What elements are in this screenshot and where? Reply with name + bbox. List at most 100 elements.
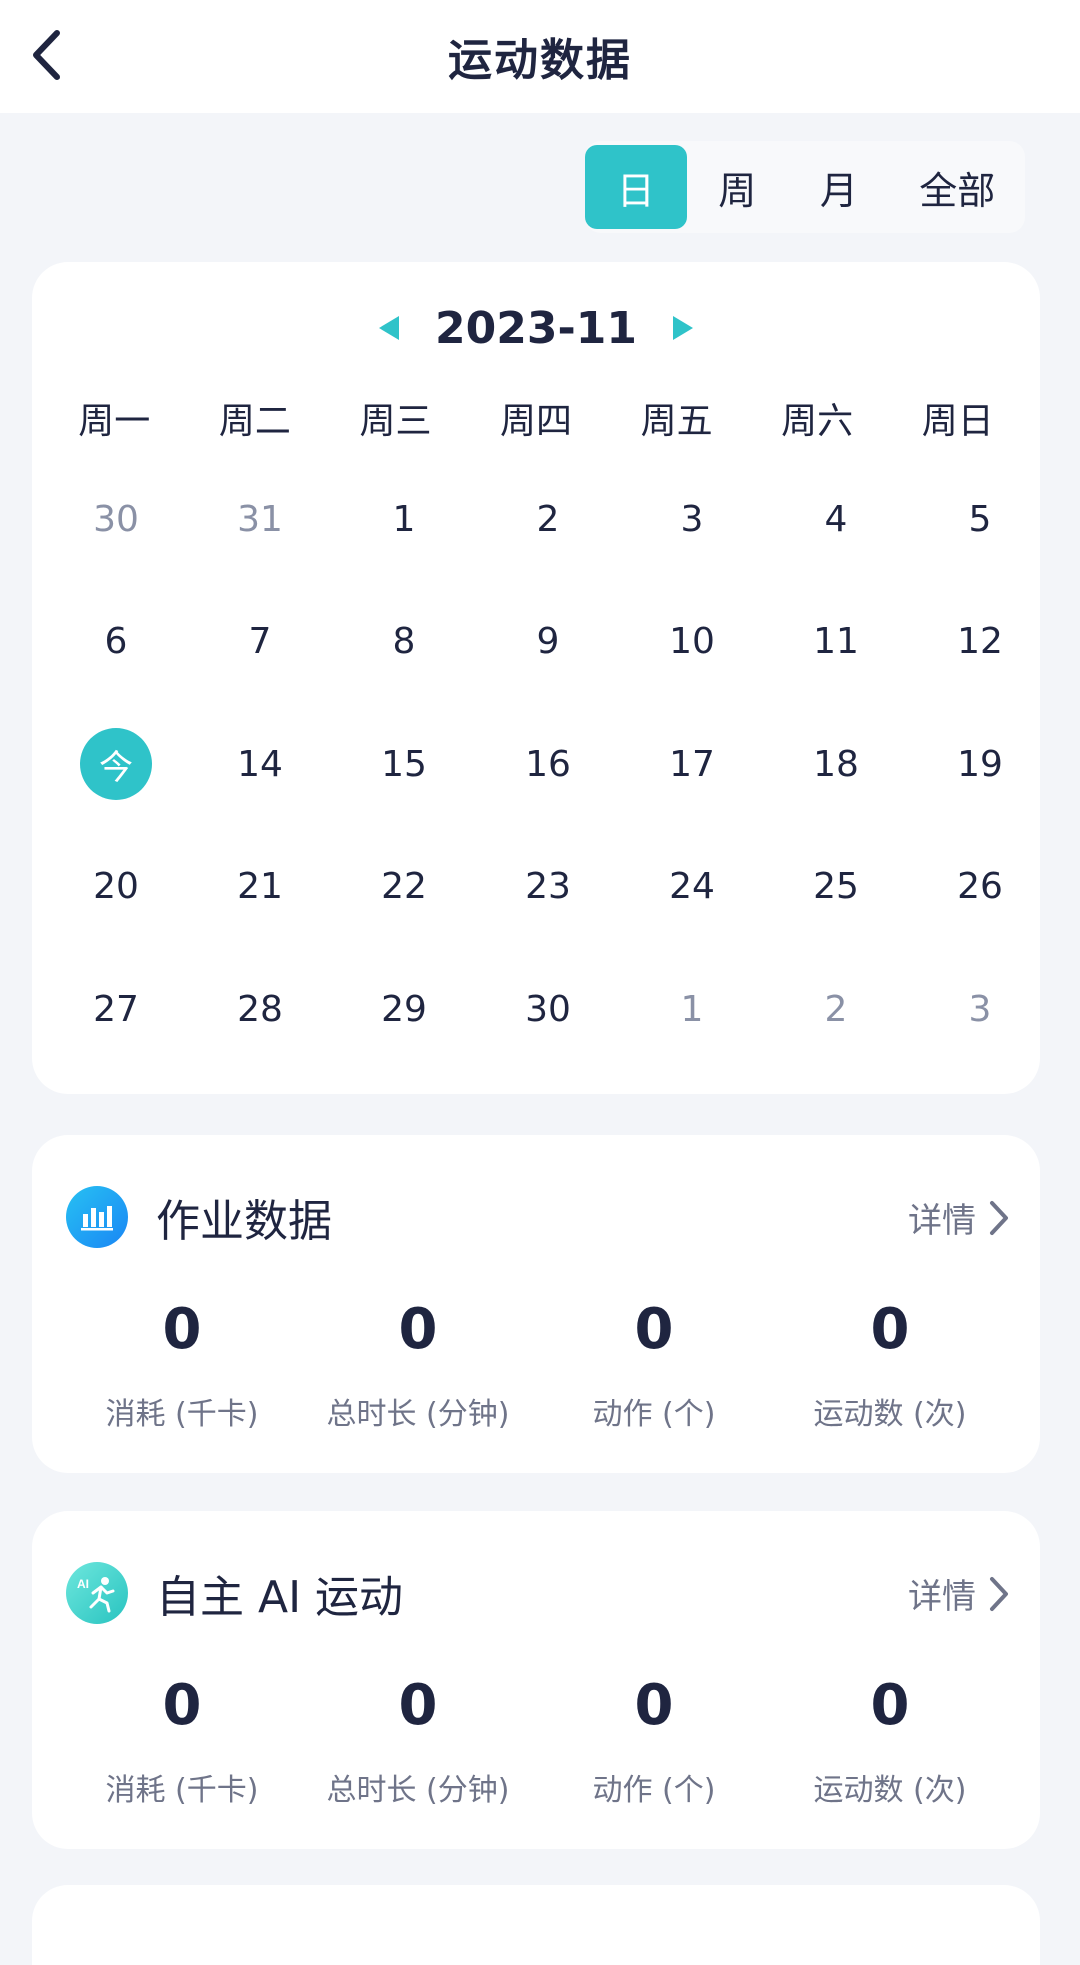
next-month-button[interactable] [663, 308, 703, 348]
stat-count: 0 运动数 (次) [772, 1671, 1008, 1809]
calendar-day[interactable]: 2 [476, 458, 620, 581]
weekday-label: 周四 [500, 401, 573, 442]
stat-label: 动作 (个) [592, 1773, 716, 1808]
triangle-left-icon [379, 316, 400, 340]
calendar-day[interactable]: 18 [764, 703, 908, 826]
bar-chart-icon [66, 1186, 128, 1248]
calendar-day[interactable]: 12 [908, 581, 1052, 704]
weekday-label: 周三 [359, 401, 432, 442]
tab-month[interactable]: 月 [788, 145, 890, 229]
homework-stats: 0 消耗 (千卡) 0 总时长 (分钟) 0 动作 (个) 0 运动数 (次) [32, 1295, 1040, 1433]
calendar-day[interactable]: 2 [764, 948, 908, 1071]
calendar-day[interactable]: 22 [332, 826, 476, 949]
next-card [32, 1885, 1040, 1965]
period-tabs: 日 周 月 全部 [585, 141, 1025, 233]
calendar-day[interactable]: 8 [332, 581, 476, 704]
page-title: 运动数据 [448, 35, 632, 86]
weekday-label: 周六 [781, 401, 854, 442]
calendar-day[interactable]: 24 [620, 826, 764, 949]
stat-calories: 0 消耗 (千卡) [64, 1671, 300, 1809]
calendar-day[interactable]: 25 [764, 826, 908, 949]
ai-running-icon: AI [66, 1562, 128, 1624]
month-label: 2023-11 [435, 302, 637, 354]
stat-calories: 0 消耗 (千卡) [64, 1295, 300, 1433]
calendar-day[interactable]: 31 [188, 458, 332, 581]
stat-duration: 0 总时长 (分钟) [300, 1671, 536, 1809]
calendar-day[interactable]: 30 [44, 458, 188, 581]
calendar-day[interactable]: 1 [620, 948, 764, 1071]
tab-day[interactable]: 日 [585, 145, 687, 229]
detail-label: 详情 [908, 1201, 976, 1241]
ai-sport-title: 自主 AI 运动 [156, 1572, 404, 1623]
weekday-label: 周一 [78, 401, 151, 442]
calendar-card: 2023-11 周一 周二 周三 周四 周五 周六 周日 30 31 1 2 3 4 5 6 7… [32, 262, 1040, 1094]
ai-sport-header: AI 自主 AI 运动 [66, 1561, 403, 1625]
stat-value: 0 [634, 1673, 674, 1738]
ai-sport-card: AI 自主 AI 运动 详情 0 消耗 (千卡) 0 总时长 (分钟) 0 动作… [32, 1511, 1040, 1849]
stat-label: 总时长 (分钟) [326, 1773, 510, 1808]
stat-value: 0 [398, 1673, 438, 1738]
homework-title: 作业数据 [156, 1196, 332, 1247]
stat-label: 消耗 (千卡) [105, 1773, 259, 1808]
homework-data-card: 作业数据 详情 0 消耗 (千卡) 0 总时长 (分钟) 0 动作 (个) 0 … [32, 1135, 1040, 1473]
ai-sport-detail-link[interactable]: 详情 [908, 1569, 1010, 1618]
calendar-day[interactable]: 10 [620, 581, 764, 704]
calendar-day[interactable]: 7 [188, 581, 332, 704]
chevron-right-icon [990, 1200, 1008, 1235]
calendar-day[interactable]: 30 [476, 948, 620, 1071]
svg-text:AI: AI [77, 1577, 89, 1591]
homework-detail-link[interactable]: 详情 [908, 1193, 1010, 1242]
weekday-label: 周日 [921, 401, 994, 442]
calendar-day[interactable]: 6 [44, 581, 188, 704]
calendar-day[interactable]: 20 [44, 826, 188, 949]
weekday-header: 周一 周二 周三 周四 周五 周六 周日 [44, 392, 1028, 444]
stat-value: 0 [398, 1297, 438, 1362]
calendar-day[interactable]: 21 [188, 826, 332, 949]
stat-value: 0 [870, 1297, 910, 1362]
stat-value: 0 [162, 1297, 202, 1362]
calendar-days-grid: 30 31 1 2 3 4 5 6 7 8 9 10 11 12 今 14 15 16 17 18 19 20 21 22 23… [44, 458, 1028, 1071]
tab-all[interactable]: 全部 [890, 145, 1025, 229]
header-bar: 运动数据 [0, 0, 1080, 113]
chevron-right-icon [990, 1576, 1008, 1611]
stat-label: 消耗 (千卡) [105, 1397, 259, 1432]
today-badge: 今 [80, 728, 152, 801]
stat-label: 运动数 (次) [813, 1397, 967, 1432]
calendar-day[interactable]: 4 [764, 458, 908, 581]
calendar-day[interactable]: 27 [44, 948, 188, 1071]
calendar-day[interactable]: 5 [908, 458, 1052, 581]
calendar-day[interactable]: 16 [476, 703, 620, 826]
stat-value: 0 [870, 1673, 910, 1738]
weekday-label: 周五 [640, 401, 713, 442]
triangle-right-icon [672, 316, 693, 340]
stat-actions: 0 动作 (个) [536, 1671, 772, 1809]
calendar-day[interactable]: 17 [620, 703, 764, 826]
stat-value: 0 [634, 1297, 674, 1362]
tab-week[interactable]: 周 [687, 145, 789, 229]
stat-label: 总时长 (分钟) [326, 1397, 510, 1432]
calendar-day[interactable]: 23 [476, 826, 620, 949]
calendar-day[interactable]: 19 [908, 703, 1052, 826]
calendar-day[interactable]: 15 [332, 703, 476, 826]
stat-actions: 0 动作 (个) [536, 1295, 772, 1433]
stat-count: 0 运动数 (次) [772, 1295, 1008, 1433]
calendar-day-today[interactable]: 今 [44, 703, 188, 826]
homework-header: 作业数据 [66, 1185, 332, 1249]
calendar-day[interactable]: 3 [620, 458, 764, 581]
prev-month-button[interactable] [369, 308, 409, 348]
stat-label: 运动数 (次) [813, 1773, 967, 1808]
stat-label: 动作 (个) [592, 1397, 716, 1432]
month-selector: 2023-11 [32, 298, 1040, 358]
calendar-day[interactable]: 9 [476, 581, 620, 704]
calendar-day[interactable]: 3 [908, 948, 1052, 1071]
weekday-label: 周二 [218, 401, 291, 442]
stat-duration: 0 总时长 (分钟) [300, 1295, 536, 1433]
calendar-day[interactable]: 29 [332, 948, 476, 1071]
calendar-day[interactable]: 28 [188, 948, 332, 1071]
stat-value: 0 [162, 1673, 202, 1738]
calendar-day[interactable]: 1 [332, 458, 476, 581]
detail-label: 详情 [908, 1577, 976, 1617]
calendar-day[interactable]: 11 [764, 581, 908, 704]
calendar-day[interactable]: 26 [908, 826, 1052, 949]
calendar-day[interactable]: 14 [188, 703, 332, 826]
